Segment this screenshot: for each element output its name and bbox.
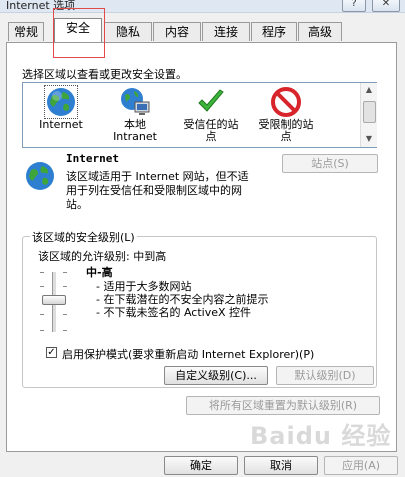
- custom-level-button[interactable]: 自定义级别(C)...: [164, 366, 268, 385]
- watermark: Baidu 经验: [250, 422, 392, 450]
- zone-local-intranet[interactable]: 本地 Intranet: [98, 86, 172, 146]
- zone-trusted-sites[interactable]: 受信任的站 点: [174, 86, 248, 146]
- default-level-button[interactable]: 默认级别(D): [276, 366, 374, 385]
- restricted-icon: [271, 87, 301, 117]
- tab-privacy[interactable]: 隐私: [104, 22, 152, 41]
- tab-connections[interactable]: 连接: [202, 22, 250, 41]
- tab-general[interactable]: 常规: [8, 22, 44, 41]
- tab-highlight-box: [53, 8, 105, 58]
- zones-scrollbar[interactable]: ▲ ▼: [360, 83, 377, 147]
- slider-tick: [63, 314, 67, 315]
- protected-mode-label: 启用保护模式(要求重新启动 Internet Explorer)(P): [62, 348, 315, 361]
- ok-button[interactable]: 确定: [164, 456, 238, 475]
- allowed-level-text: 该区域的允许级别: 中到高: [38, 250, 167, 263]
- slider-tick: [40, 272, 44, 273]
- level-bullet: - 适用于大多数网站: [96, 280, 192, 293]
- level-name: 中-高: [86, 266, 113, 279]
- slider-tick: [63, 272, 67, 273]
- zone-internet-label: Internet: [39, 118, 83, 131]
- tab-programs[interactable]: 程序: [251, 22, 297, 41]
- reset-all-zones-button[interactable]: 将所有区域重置为默认级别(R): [186, 396, 380, 415]
- level-bullet: - 在下载潜在的不安全内容之前提示: [96, 293, 269, 306]
- zone-restricted-sites[interactable]: 受限制的站 点: [249, 86, 323, 146]
- slider-tick: [63, 330, 67, 331]
- intranet-globe-icon: [121, 88, 150, 115]
- slider-tick: [40, 330, 44, 331]
- close-button[interactable]: ✕: [372, 0, 400, 12]
- slider-tick: [40, 314, 44, 315]
- security-slider-thumb[interactable]: [42, 295, 66, 305]
- cancel-button[interactable]: 取消: [244, 456, 318, 475]
- sites-button[interactable]: 站点(S): [282, 154, 378, 173]
- slider-tick: [40, 286, 44, 287]
- select-zone-label: 选择区域以查看或更改安全设置。: [22, 68, 187, 81]
- scroll-up-arrow[interactable]: ▲: [363, 84, 375, 96]
- scroll-thumb[interactable]: [363, 101, 376, 123]
- protected-mode-checkbox[interactable]: ✓: [46, 347, 57, 358]
- tab-advanced[interactable]: 高级: [298, 22, 342, 41]
- help-button[interactable]: ?: [342, 0, 366, 12]
- globe-icon: [26, 162, 54, 190]
- security-level-title: 该区域的安全级别(L): [30, 229, 137, 245]
- check-icon: [198, 89, 224, 112]
- zone-trusted-label: 受信任的站 点: [183, 118, 239, 143]
- slider-tick: [63, 286, 67, 287]
- apply-button[interactable]: 应用(A): [324, 456, 398, 475]
- scroll-down-arrow[interactable]: ▼: [363, 133, 375, 145]
- zone-description: 该区域适用于 Internet 网站，但不适用于列在受信任和受限制区域中的网站。: [66, 170, 249, 211]
- zone-title: Internet: [66, 152, 119, 165]
- globe-icon: [44, 85, 78, 119]
- level-bullet: - 不下载未签名的 ActiveX 控件: [96, 306, 252, 319]
- zone-internet[interactable]: Internet: [24, 85, 98, 146]
- zone-restricted-label: 受限制的站 点: [258, 118, 314, 143]
- zone-intranet-label: 本地 Intranet: [113, 118, 157, 143]
- tab-content[interactable]: 内容: [153, 22, 201, 41]
